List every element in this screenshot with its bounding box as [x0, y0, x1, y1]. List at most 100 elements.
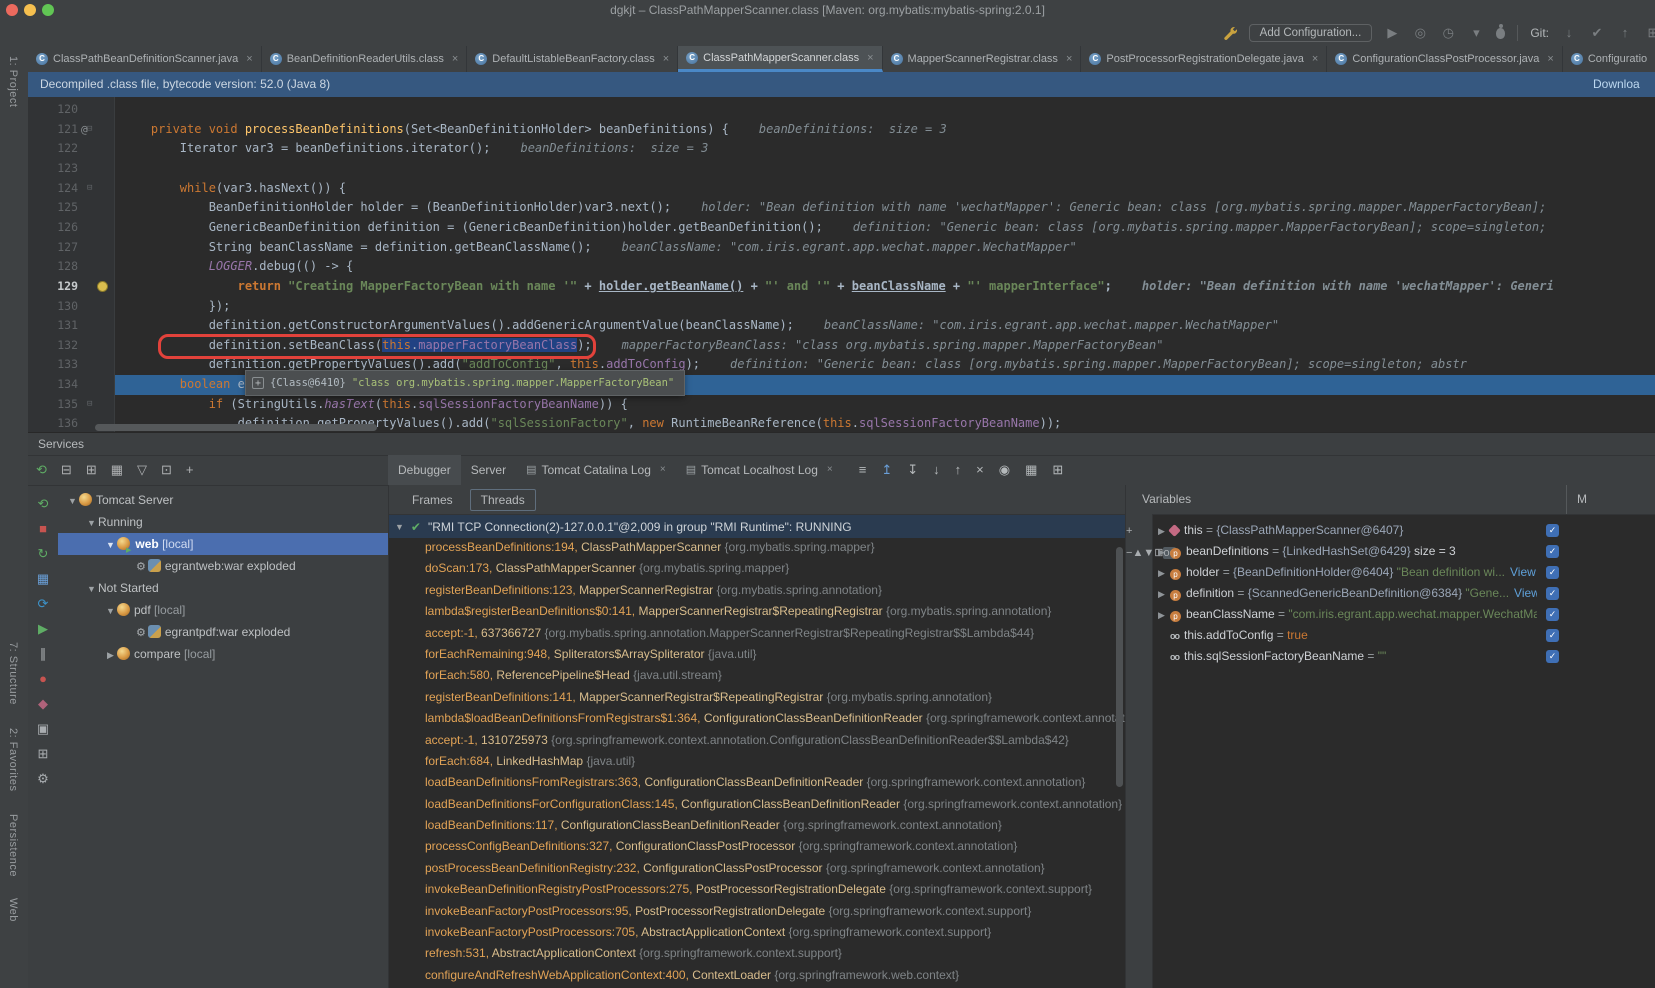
tree-row[interactable]: ▼Tomcat Server — [58, 489, 388, 511]
stack-frame-row[interactable]: accept:-1, 1310725973 {org.springframewo… — [389, 730, 1126, 751]
intention-bulb-icon[interactable] — [97, 281, 108, 292]
tab-threads[interactable]: Threads — [470, 489, 536, 511]
horizontal-scrollbar[interactable] — [95, 424, 377, 431]
frames-scrollbar[interactable] — [1116, 547, 1123, 787]
editor-tab[interactable]: CPostProcessorRegistrationDelegate.java× — [1081, 46, 1327, 72]
stack-frame-row[interactable]: processConfigBeanDefinitions:327, Config… — [389, 836, 1126, 857]
stack-frame-row[interactable]: invokeBeanDefinitionRegistryPostProcesso… — [389, 879, 1126, 900]
stack-frame-row[interactable]: loadBeanDefinitions:117, ConfigurationCl… — [389, 815, 1126, 836]
chevron-icon[interactable]: ▶ — [104, 644, 117, 666]
scroll-to-end-icon[interactable]: ↧ — [907, 455, 918, 485]
watch-checkbox[interactable]: ✓ — [1546, 650, 1559, 663]
stack-frame-row[interactable]: lambda$registerBeanDefinitions$0:141, Ma… — [389, 601, 1126, 622]
collapse-all-icon[interactable]: ⊟ — [61, 455, 72, 485]
stack-frame-row[interactable]: doScan:173, ClassPathMapperScanner {org.… — [389, 558, 1126, 579]
redeploy-icon[interactable]: ↻ — [28, 541, 58, 566]
tree-row[interactable]: ▼Not Started — [58, 577, 388, 599]
tree-row[interactable]: ▼Running — [58, 511, 388, 533]
prev-occurrence-icon[interactable]: ↓ — [933, 455, 940, 485]
close-tab-icon[interactable]: × — [660, 455, 666, 485]
stack-frame-row[interactable]: registerBeanDefinitions:123, MapperScann… — [389, 580, 1126, 601]
add-configuration-button[interactable]: Add Configuration... — [1249, 24, 1373, 42]
watch-checkbox[interactable]: ✓ — [1546, 629, 1559, 642]
chevron-icon[interactable]: ▼ — [85, 512, 98, 534]
fold-marker-icon[interactable]: ⊟ — [87, 179, 92, 199]
close-tab-icon[interactable]: × — [827, 455, 833, 485]
tree-row[interactable]: ▼pdf [local] — [58, 599, 388, 621]
tree-row[interactable]: ⚙egrantweb:war exploded — [58, 555, 388, 577]
chevron-icon[interactable]: ▼ — [104, 600, 117, 622]
stack-frame-row[interactable]: postProcessBeanDefinitionRegistry:232, C… — [389, 858, 1126, 879]
stack-frame-row[interactable]: invokeBeanFactoryPostProcessors:95, Post… — [389, 901, 1126, 922]
pin-tab-icon[interactable]: ◉ — [999, 455, 1010, 485]
rerun-icon[interactable]: ⟲ — [36, 455, 47, 485]
scroll-to-top-icon[interactable]: ↥ — [881, 455, 892, 485]
view-link[interactable]: View — [1514, 586, 1537, 600]
watch-checkbox[interactable]: ✓ — [1546, 587, 1559, 600]
variable-row[interactable]: ▶pdefinition = {ScannedGenericBeanDefini… — [1152, 583, 1655, 604]
stack-frame-row[interactable]: loadBeanDefinitionsFromRegistrars:363, C… — [389, 772, 1126, 793]
run-icon[interactable]: ▶ — [28, 616, 58, 641]
close-tab-icon[interactable]: × — [1547, 53, 1553, 65]
watch-checkbox[interactable]: ✓ — [1546, 545, 1559, 558]
push-icon[interactable]: ↑ — [1617, 20, 1633, 46]
close-tab-icon[interactable]: × — [663, 53, 669, 65]
tab-frames[interactable]: Frames — [401, 489, 464, 511]
tool-window-button-2-favorites[interactable]: 2: Favorites — [7, 728, 19, 791]
variable-row[interactable]: ▶this = {ClassPathMapperScanner@6407}✓ — [1152, 520, 1655, 541]
stack-frame-row[interactable]: refresh:531, AbstractApplicationContext … — [389, 943, 1126, 964]
options-icon[interactable]: ⊡ — [161, 455, 172, 485]
watch-checkbox[interactable]: ✓ — [1546, 608, 1559, 621]
variable-row[interactable]: oothis.sqlSessionFactoryBeanName = ""✓ — [1152, 646, 1655, 667]
editor-tab[interactable]: CClassPathMapperScanner.class× — [678, 46, 882, 72]
variable-row[interactable]: ▶pholder = {BeanDefinitionHolder@6404} "… — [1152, 562, 1655, 583]
fold-marker-icon[interactable]: ⊟ — [87, 395, 92, 415]
table-view-icon[interactable]: ▦ — [1025, 455, 1037, 485]
add-watch-icon[interactable]: + — [1126, 525, 1132, 537]
close-tab-icon[interactable]: × — [246, 53, 252, 65]
variable-row[interactable]: ▶pbeanDefinitions = {LinkedHashSet@6429}… — [1152, 541, 1655, 562]
stack-frame-row[interactable]: forEach:684, LinkedHashMap {java.util} — [389, 751, 1126, 772]
chevron-down-icon[interactable]: ▼ — [395, 522, 404, 532]
update-resources-icon[interactable]: ⟳ — [28, 591, 58, 616]
commit-icon[interactable]: ✔ — [1589, 20, 1605, 46]
close-tab-icon[interactable]: × — [452, 53, 458, 65]
thread-selector[interactable]: ▼ ✔ "RMI TCP Connection(2)-127.0.0.1"@2,… — [389, 515, 1126, 538]
stack-frame-row[interactable]: accept:-1, 637366727 {org.mybatis.spring… — [389, 623, 1126, 644]
next-occurrence-icon[interactable]: ↑ — [955, 455, 962, 485]
stack-frame-row[interactable]: configureAndRefreshWebApplicationContext… — [389, 965, 1126, 986]
stack-frame-row[interactable]: invokeBeanFactoryPostProcessors:705, Abs… — [389, 922, 1126, 943]
stack-frame-row[interactable]: lambda$loadBeanDefinitionsFromRegistrars… — [389, 708, 1126, 729]
stack-frame-row[interactable]: forEachRemaining:948, Spliterators$Array… — [389, 644, 1126, 665]
expand-value-icon[interactable]: + — [252, 377, 264, 389]
group-by-icon[interactable]: ▦ — [111, 455, 123, 485]
editor-tab[interactable]: CDefaultListableBeanFactory.class× — [467, 46, 678, 72]
rerun-server-icon[interactable]: ⟲ — [28, 491, 58, 516]
download-link[interactable]: Downloa — [1593, 72, 1640, 97]
stack-frame-row[interactable]: loadBeanDefinitionsForConfigurationClass… — [389, 794, 1126, 815]
chevron-icon[interactable]: ▼ — [85, 578, 98, 600]
tree-row[interactable]: ⚙egrantpdf:war exploded — [58, 621, 388, 643]
mute-breakpoints-icon[interactable]: ● — [28, 666, 58, 691]
pause-icon[interactable]: ∥ — [28, 641, 58, 666]
stack-frame-row[interactable]: registerBeanDefinitions:141, MapperScann… — [389, 687, 1126, 708]
code-editor[interactable]: 120121@⊟ private void processBeanDefinit… — [28, 97, 1655, 432]
move-up-icon[interactable]: ▲ — [1132, 547, 1143, 559]
variable-row[interactable]: oothis.addToConfig = true✓ — [1152, 625, 1655, 646]
tree-row[interactable]: ▶compare [local] — [58, 643, 388, 665]
editor-tab[interactable]: CConfigurationClassPostProcessor.java× — [1327, 46, 1563, 72]
restore-layout-icon[interactable]: ⊞ — [1052, 455, 1063, 485]
close-tab-icon[interactable]: × — [1066, 53, 1072, 65]
stack-frame-row[interactable]: processBeanDefinitions:194, ClassPathMap… — [389, 537, 1126, 558]
memory-tab[interactable]: M — [1566, 485, 1587, 514]
profiler-icon[interactable]: ◷ — [1440, 20, 1456, 46]
coverage-icon[interactable]: ◎ — [1412, 20, 1428, 46]
deploy-all-icon[interactable]: ▦ — [28, 566, 58, 591]
watch-checkbox[interactable]: ✓ — [1546, 566, 1559, 579]
debugger-tab[interactable]: Debugger — [388, 455, 461, 485]
watch-checkbox[interactable]: ✓ — [1546, 524, 1559, 537]
editor-tab[interactable]: CConfiguratio — [1563, 46, 1655, 72]
debugger-tab[interactable]: Server — [461, 455, 516, 485]
add-service-icon[interactable]: + — [186, 455, 194, 485]
wrench-icon[interactable] — [1223, 26, 1237, 40]
